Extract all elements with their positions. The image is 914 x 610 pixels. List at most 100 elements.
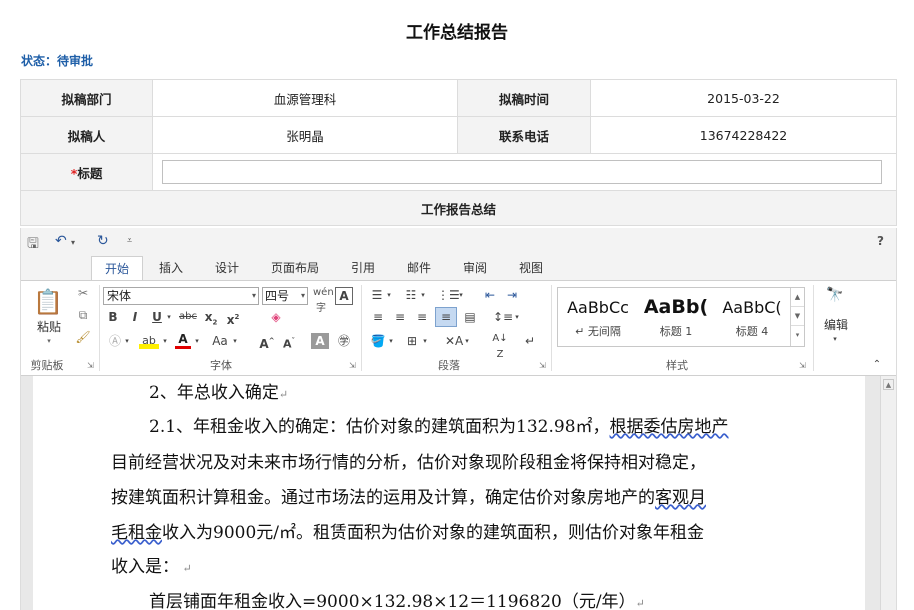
form-row-author: 拟稿人 张明晶 联系电话 13674228422 [19,116,897,154]
doc-text-spellcheck: 根据委估房地产 [609,417,729,437]
paragraph-launcher-icon[interactable]: ⇲ [539,361,546,370]
tab-view[interactable]: 视图 [511,256,551,280]
char-shading-icon[interactable]: A [311,333,329,349]
char-border-icon[interactable]: A [335,287,353,305]
edit-dropdown-icon[interactable]: ▾ [831,331,839,347]
font-name-select[interactable]: 宋体 ▾ [103,287,259,305]
redo-icon[interactable]: ↻ [97,233,109,249]
align-left-icon[interactable]: ≡ [369,309,387,325]
author-value: 张明晶 [152,116,459,154]
clear-format-icon[interactable]: ◈ [267,309,285,325]
group-divider [361,285,362,371]
multilevel-list-icon[interactable]: ⋮☰ [437,287,460,303]
style-heading-1[interactable]: AaBb( 标题 1 [638,290,714,344]
font-group-label: 字体 [210,359,232,372]
asian-layout-dropdown-icon[interactable]: ▾ [463,333,471,349]
font-color-icon[interactable]: A [175,333,191,349]
change-case-dropdown-icon[interactable]: ▾ [231,333,239,349]
subscript-icon[interactable]: x2 [203,309,219,330]
font-size-select[interactable]: 四号 ▾ [262,287,308,305]
bullets-dropdown-icon[interactable]: ▾ [385,287,393,303]
change-case-icon[interactable]: Aa [209,333,231,349]
tab-home[interactable]: 开始 [91,256,143,281]
font-color-dropdown-icon[interactable]: ▾ [193,333,201,349]
align-right-icon[interactable]: ≡ [413,309,431,325]
asian-layout-icon[interactable]: ✕A [445,333,463,349]
doc-text-spellcheck: 毛租金 [111,523,162,543]
tab-references[interactable]: 引用 [343,256,383,280]
line-spacing-icon[interactable]: ↕≡ [493,309,513,325]
font-launcher-icon[interactable]: ⇲ [349,361,356,370]
dept-label: 拟稿部门 [19,79,154,117]
undo-dropdown-icon[interactable]: ▾ [71,238,75,247]
shading-icon[interactable]: 🪣 [369,333,387,349]
binoculars-icon[interactable]: 🔭 [823,287,847,309]
borders-dropdown-icon[interactable]: ▾ [421,333,429,349]
font-size-value: 四号 [265,289,290,303]
styles-scroll[interactable]: ▲ ▼ ▾ [790,288,804,346]
help-icon[interactable]: ? [877,234,884,248]
copy-icon[interactable]: ⧉ [75,307,91,323]
tab-insert[interactable]: 插入 [151,256,191,280]
title-input-cell [152,153,897,191]
doc-line: 2.1、年租金收入的确定：估价对象的建筑面积为132.98㎡，根据委估房地产 [149,412,729,437]
italic-icon[interactable]: I [129,309,141,325]
collapse-ribbon-icon[interactable]: ⌃ [871,357,883,373]
line-spacing-dropdown-icon[interactable]: ▾ [513,309,521,325]
title-label: 标题 [77,165,103,181]
underline-icon[interactable]: U [151,309,163,325]
enclose-char-icon[interactable]: ㊫ [335,333,353,349]
phonetic-guide-icon[interactable]: wén 字 [313,285,334,317]
tab-review[interactable]: 审阅 [455,256,495,280]
chevron-up-icon[interactable]: ▲ [791,288,804,307]
bold-icon[interactable]: B [107,309,119,325]
text-effects-icon[interactable]: Ⓐ [107,333,123,349]
increase-indent-icon[interactable]: ⇥ [503,287,521,303]
tab-layout[interactable]: 页面布局 [265,256,325,280]
align-center-icon[interactable]: ≡ [391,309,409,325]
paste-icon[interactable]: 📋 [33,287,63,317]
paragraph-group-label: 段落 [438,359,460,372]
show-marks-icon[interactable]: ↵ [521,333,539,349]
distributed-icon[interactable]: ▤ [461,309,479,325]
customize-qat-icon[interactable]: ⩡ [127,236,132,246]
multilevel-dropdown-icon[interactable]: ▾ [457,287,465,303]
doc-text: 首层铺面年租金收入=9000×132.98×12＝1196820（元/年） [149,592,636,610]
save-icon[interactable]: 🖫 [27,233,39,257]
paste-dropdown-icon[interactable]: ▾ [45,333,53,349]
tab-design[interactable]: 设计 [207,256,247,280]
sort-icon[interactable]: A↓ Z [491,331,509,363]
shrink-font-icon[interactable]: Aˇ [281,333,297,353]
document-page[interactable]: 2、年总收入确定↵ 2.1、年租金收入的确定：估价对象的建筑面积为132.98㎡… [33,376,865,610]
undo-icon[interactable]: ↶ [55,233,67,249]
scroll-up-icon[interactable]: ▲ [883,379,894,390]
expand-gallery-icon[interactable]: ▾ [791,326,804,344]
bullets-icon[interactable]: ☰ [369,287,385,303]
title-input[interactable] [162,160,883,184]
numbering-icon[interactable]: ☷ [403,287,419,303]
style-no-spacing[interactable]: AaBbCc ↵ 无间隔 [560,290,636,344]
clipboard-launcher-icon[interactable]: ⇲ [87,361,94,370]
group-divider [99,285,100,371]
highlight-icon[interactable]: ab [139,333,159,349]
style-heading-4[interactable]: AaBbC( 标题 4 [714,290,790,344]
strikethrough-icon[interactable]: abc [177,309,199,325]
tab-mailings[interactable]: 邮件 [399,256,439,280]
font-name-dropdown-icon: ▾ [251,291,256,300]
format-painter-icon[interactable]: 🖌 [75,329,91,345]
borders-icon[interactable]: ⊞ [403,333,421,349]
decrease-indent-icon[interactable]: ⇤ [481,287,499,303]
chevron-down-icon[interactable]: ▼ [791,307,804,326]
highlight-dropdown-icon[interactable]: ▾ [161,333,169,349]
grow-font-icon[interactable]: A^ [259,333,275,352]
underline-dropdown-icon[interactable]: ▾ [165,309,173,325]
text-effects-dropdown-icon[interactable]: ▾ [123,333,131,349]
shading-dropdown-icon[interactable]: ▾ [387,333,395,349]
superscript-icon[interactable]: x2 [225,309,241,328]
styles-launcher-icon[interactable]: ⇲ [799,361,806,370]
justify-icon[interactable]: ≡ [435,307,457,327]
word-editor: 🖫 ↶ ▾ ↻ ⩡ ? 开始 插入 设计 页面布局 引用 邮件 审阅 视图 📋 … [20,228,897,610]
cut-icon[interactable]: ✂ [75,285,91,301]
vertical-scrollbar[interactable]: ▲ [880,376,896,610]
numbering-dropdown-icon[interactable]: ▾ [419,287,427,303]
